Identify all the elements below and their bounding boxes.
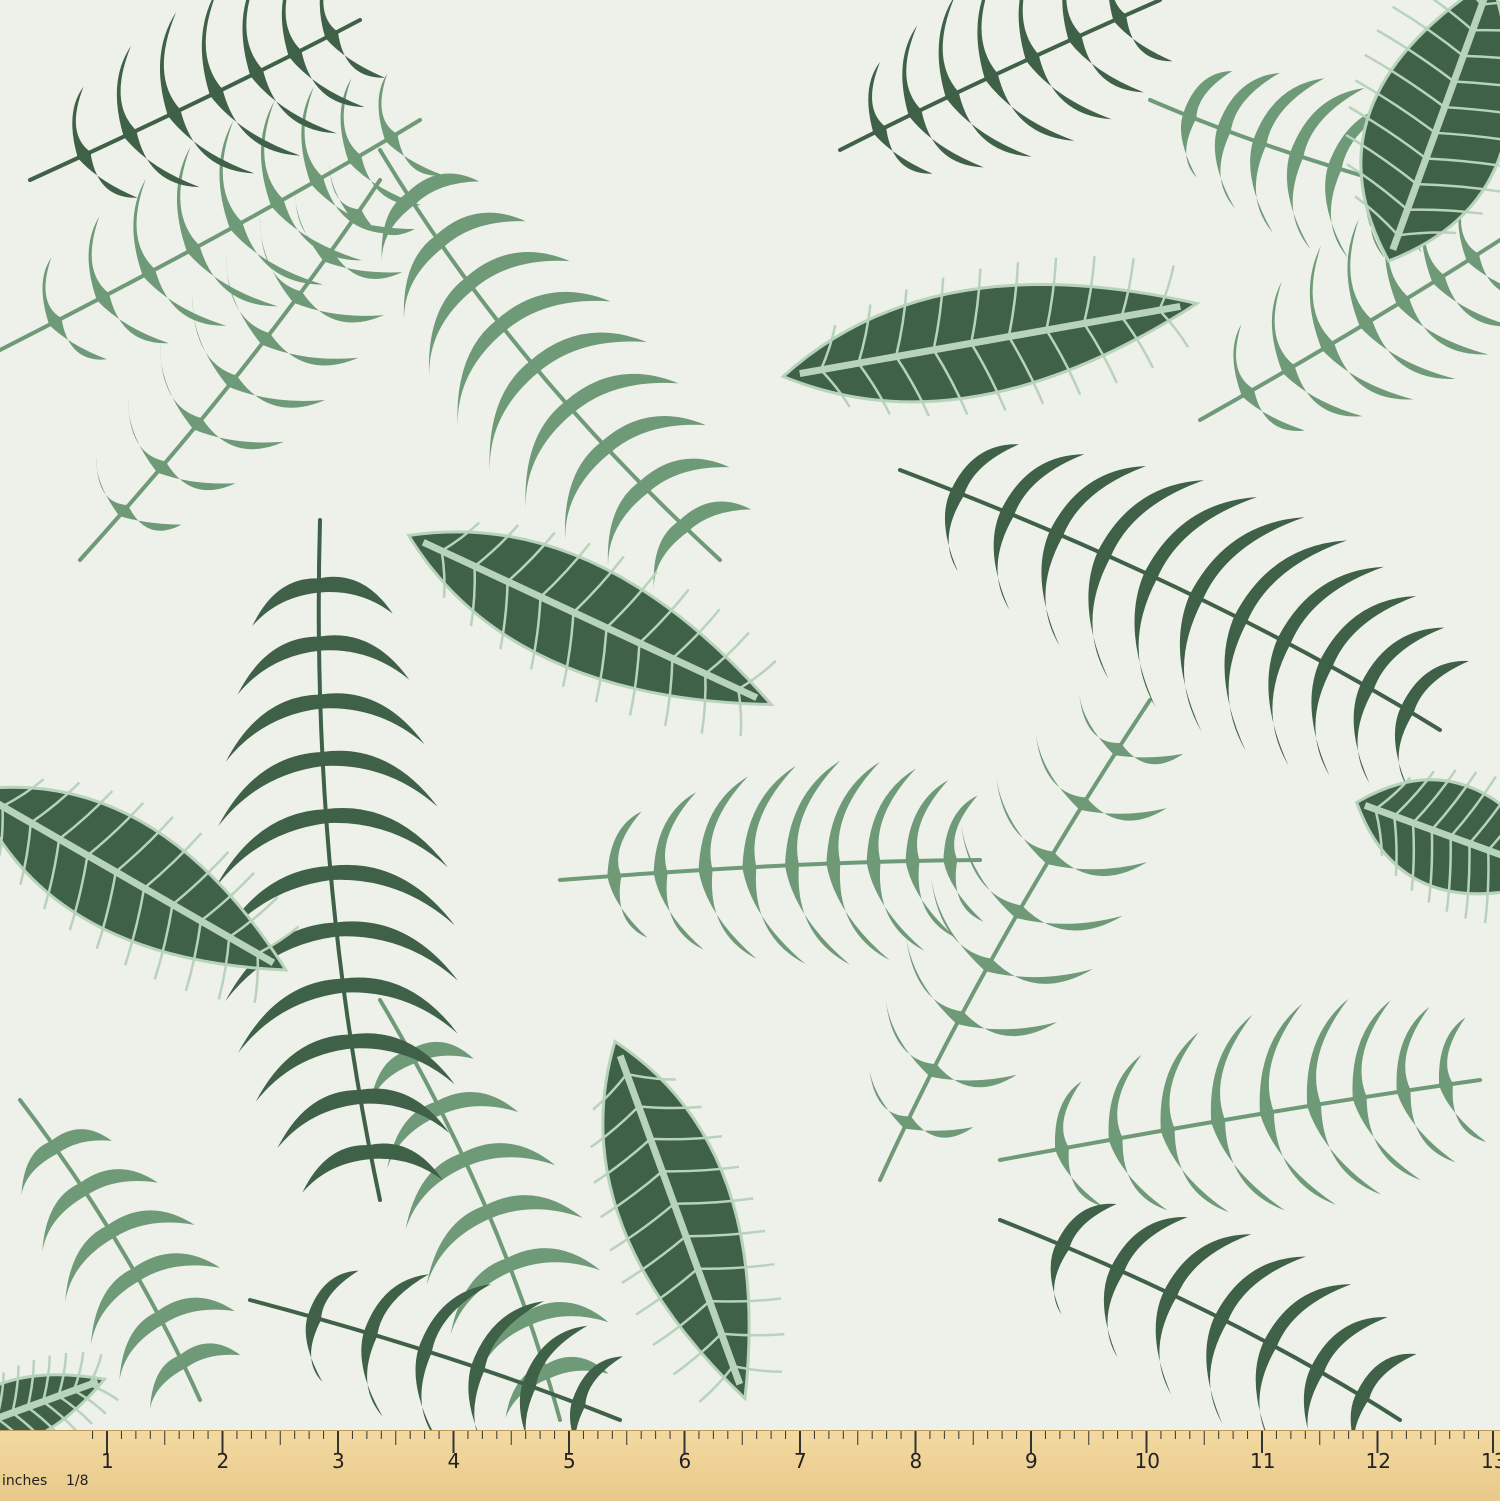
dark-frond xyxy=(838,0,1173,174)
dark-frond xyxy=(215,518,458,1202)
ruler-unit-label: inches xyxy=(2,1473,48,1489)
ruler-number: 8 xyxy=(909,1449,923,1473)
fabric-pattern xyxy=(0,0,1500,1430)
light-frond xyxy=(370,998,609,1422)
ruler-number: 12 xyxy=(1365,1449,1391,1473)
measuring-ruler: inches 1/8 12345678910111213 xyxy=(0,1430,1500,1501)
light-frond xyxy=(1198,189,1500,431)
dark-frond xyxy=(28,0,385,198)
ruler-number: 9 xyxy=(1025,1449,1038,1473)
patterned-leaf xyxy=(0,1351,119,1430)
ruler-number: 2 xyxy=(216,1449,230,1473)
dark-frond xyxy=(898,444,1470,788)
ruler-number: 7 xyxy=(794,1449,807,1473)
tropical-leaf-pattern xyxy=(0,0,1500,1430)
dark-frond xyxy=(248,1270,623,1430)
ruler-number: 11 xyxy=(1250,1449,1276,1473)
ruler-fraction-label: 1/8 xyxy=(66,1473,89,1489)
patterned-leaf xyxy=(1354,769,1500,924)
ruler-number: 1 xyxy=(101,1449,114,1473)
light-frond xyxy=(558,760,984,965)
light-frond xyxy=(998,998,1487,1213)
ruler-number: 3 xyxy=(332,1449,345,1473)
light-frond xyxy=(869,695,1184,1182)
ruler-number: 6 xyxy=(678,1449,692,1473)
light-frond xyxy=(18,1098,241,1410)
light-frond xyxy=(378,148,752,591)
ruler-number: 10 xyxy=(1134,1449,1160,1473)
dark-frond xyxy=(998,1203,1417,1430)
ruler-number: 5 xyxy=(563,1449,576,1473)
ruler-number: 13 xyxy=(1481,1449,1500,1473)
ruler-number: 4 xyxy=(447,1449,461,1473)
patterned-leaf xyxy=(406,521,777,737)
patterned-leaf xyxy=(780,256,1201,417)
